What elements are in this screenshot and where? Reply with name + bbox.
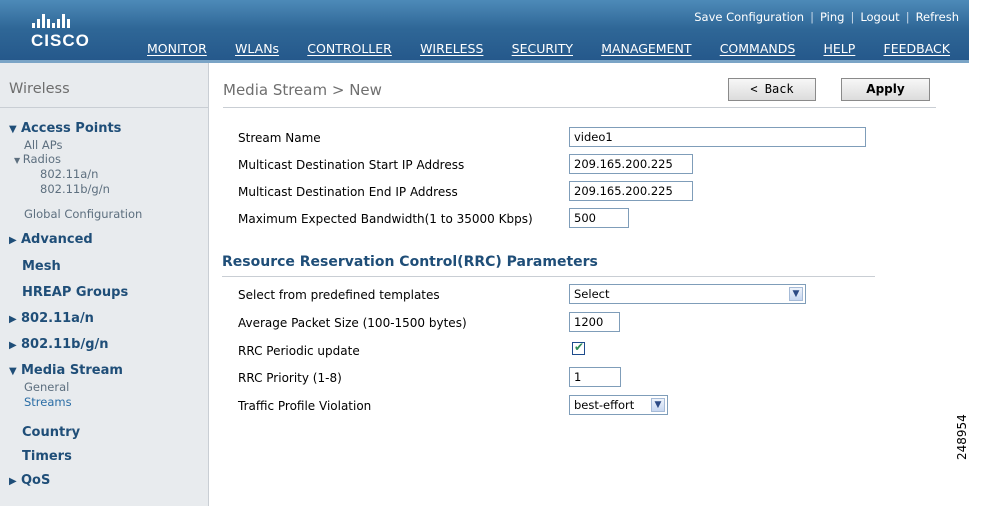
save-configuration-link[interactable]: Save Configuration	[694, 10, 804, 24]
sidebar: Wireless ▼ Access Points All APs ▼ Radios…	[0, 63, 209, 506]
sidebar-item-streams[interactable]: Streams	[24, 395, 72, 409]
sidebar-item-general[interactable]: General	[24, 380, 69, 394]
expanded-triangle-icon: ▼	[9, 366, 17, 377]
sidebar-item-access-points[interactable]: ▼ Access Points	[9, 121, 121, 136]
bandwidth-label: Maximum Expected Bandwidth(1 to 35000 Kb…	[238, 212, 533, 226]
page-title: Media Stream > New	[223, 81, 382, 99]
sidebar-item-mesh[interactable]: Mesh	[22, 259, 61, 274]
expanded-triangle-icon: ▼	[9, 124, 17, 135]
sidebar-title: Wireless	[9, 81, 70, 97]
template-label: Select from predefined templates	[238, 288, 440, 302]
ping-link[interactable]: Ping	[820, 10, 844, 24]
collapsed-triangle-icon: ▶	[9, 314, 17, 325]
back-button[interactable]: < Back	[728, 78, 816, 101]
nav-security[interactable]: SECURITY	[503, 33, 582, 61]
logout-link[interactable]: Logout	[860, 10, 899, 24]
sidebar-item-radio-a[interactable]: 802.11a/n	[40, 167, 98, 181]
start-ip-label: Multicast Destination Start IP Address	[238, 158, 465, 172]
utility-links: Save Configuration | Ping | Logout | Ref…	[694, 10, 959, 24]
sidebar-item-radios[interactable]: ▼ Radios	[14, 152, 61, 166]
stream-name-label: Stream Name	[238, 131, 321, 145]
end-ip-input[interactable]: 209.165.200.225	[569, 181, 693, 201]
periodic-update-label: RRC Periodic update	[238, 344, 360, 358]
dropdown-arrow-icon: ▼	[789, 287, 803, 301]
priority-label: RRC Priority (1-8)	[238, 371, 342, 385]
end-ip-label: Multicast Destination End IP Address	[238, 185, 458, 199]
nav-wlans[interactable]: WLANs	[226, 33, 288, 61]
figure-id: 248954	[955, 414, 969, 460]
sidebar-item-all-aps[interactable]: All APs	[24, 138, 63, 152]
nav-feedback[interactable]: FEEDBACK	[875, 33, 959, 61]
sidebar-item-media-stream[interactable]: ▼ Media Stream	[9, 363, 123, 378]
refresh-link[interactable]: Refresh	[916, 10, 959, 24]
violation-select[interactable]: best-effort ▼	[569, 395, 668, 415]
nav-management[interactable]: MANAGEMENT	[592, 33, 700, 61]
nav-monitor[interactable]: MONITOR	[138, 33, 216, 61]
cisco-logo	[32, 14, 72, 28]
nav-commands[interactable]: COMMANDS	[711, 33, 805, 61]
packet-size-input[interactable]: 1200	[569, 312, 620, 332]
nav-controller[interactable]: CONTROLLER	[298, 33, 401, 61]
periodic-update-checkbox[interactable]: ✔	[572, 340, 585, 355]
sidebar-item-country[interactable]: Country	[22, 425, 80, 440]
priority-input[interactable]: 1	[569, 367, 621, 387]
sidebar-item-radio-bg[interactable]: 802.11b/g/n	[40, 182, 110, 196]
sidebar-item-802-11bgn[interactable]: ▶ 802.11b/g/n	[9, 337, 109, 352]
sidebar-item-global-configuration[interactable]: Global Configuration	[24, 207, 142, 221]
top-header: CISCO Save Configuration | Ping | Logout…	[0, 0, 969, 63]
sidebar-item-802-11an[interactable]: ▶ 802.11a/n	[9, 311, 94, 326]
violation-label: Traffic Profile Violation	[238, 399, 372, 413]
stream-name-input[interactable]: video1	[569, 127, 866, 147]
collapsed-triangle-icon: ▶	[9, 235, 17, 246]
sidebar-item-timers[interactable]: Timers	[22, 449, 72, 464]
packet-size-label: Average Packet Size (100-1500 bytes)	[238, 316, 467, 330]
nav-wireless[interactable]: WIRELESS	[411, 33, 492, 63]
collapsed-triangle-icon: ▶	[9, 340, 17, 351]
nav-help[interactable]: HELP	[815, 33, 865, 61]
rrc-section-heading: Resource Reservation Control(RRC) Parame…	[222, 254, 598, 270]
template-select[interactable]: Select ▼	[569, 284, 806, 304]
sidebar-item-qos[interactable]: ▶ QoS	[9, 473, 50, 488]
sidebar-item-advanced[interactable]: ▶ Advanced	[9, 232, 93, 247]
main-nav: MONITOR WLANs CONTROLLER WIRELESS SECURI…	[138, 33, 959, 63]
expanded-triangle-icon: ▼	[14, 156, 23, 165]
sidebar-item-hreap-groups[interactable]: HREAP Groups	[22, 285, 128, 300]
dropdown-arrow-icon: ▼	[651, 398, 665, 412]
bandwidth-input[interactable]: 500	[569, 208, 629, 228]
checkmark-icon: ✔	[574, 340, 585, 354]
apply-button[interactable]: Apply	[841, 78, 930, 101]
start-ip-input[interactable]: 209.165.200.225	[569, 154, 693, 174]
logo-wordmark: CISCO	[31, 31, 90, 50]
main-content: Media Stream > New < Back Apply Stream N…	[210, 63, 969, 506]
collapsed-triangle-icon: ▶	[9, 476, 17, 487]
